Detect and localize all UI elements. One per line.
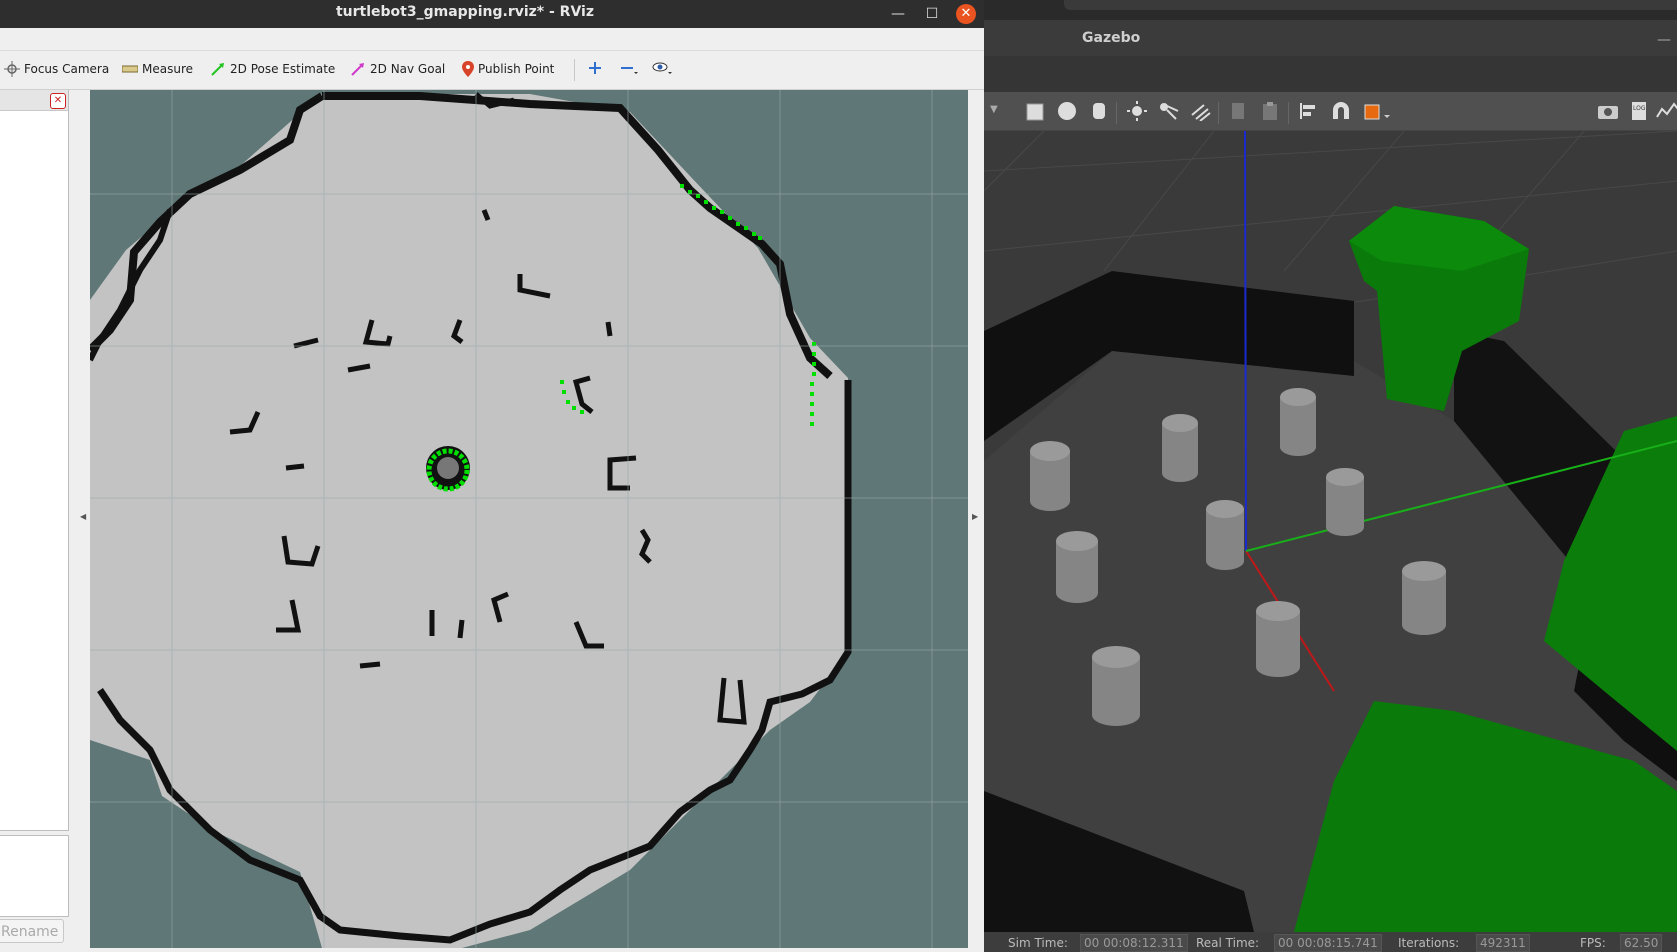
toolbar-separator bbox=[1218, 102, 1219, 124]
cylinder bbox=[1402, 561, 1446, 635]
gazebo-window-title: Gazebo bbox=[1082, 30, 1141, 46]
rviz-titlebar: turtlebot3_gmapping.rviz* - RViz — ☐ ✕ bbox=[0, 0, 984, 28]
fps-label: FPS: bbox=[1580, 936, 1606, 950]
nav-goal-tool[interactable]: 2D Nav Goal bbox=[350, 61, 445, 77]
toolbar-dropdown-icon[interactable]: ▼ bbox=[990, 104, 998, 115]
minimize-button[interactable]: — bbox=[888, 4, 908, 24]
view-options-button[interactable] bbox=[652, 61, 674, 75]
toolbar-separator bbox=[1116, 102, 1117, 124]
pose-estimate-tool[interactable]: 2D Pose Estimate bbox=[210, 61, 335, 77]
cylinder bbox=[1030, 441, 1070, 511]
green-arrow-icon bbox=[211, 63, 224, 76]
top-bar-shape bbox=[1064, 0, 1677, 10]
copy-icon[interactable] bbox=[1228, 101, 1250, 121]
add-tool-icon bbox=[589, 62, 601, 74]
log-icon[interactable]: LOG bbox=[1630, 101, 1650, 121]
sphere-icon[interactable] bbox=[1056, 101, 1078, 121]
gazebo-toolbar: ▼ LOG bbox=[984, 92, 1677, 131]
gazebo-window: Gazebo — ▼ LOG Sim Time: 00 00:08:12.311… bbox=[984, 0, 1677, 952]
gazebo-top-strip bbox=[984, 0, 1677, 20]
eye-icon bbox=[652, 62, 672, 74]
occupancy-grid-map bbox=[90, 90, 968, 948]
point-light-icon[interactable] bbox=[1126, 101, 1148, 121]
rviz-window: turtlebot3_gmapping.rviz* - RViz — ☐ ✕ F… bbox=[0, 0, 984, 952]
cylinder bbox=[1280, 388, 1316, 456]
iterations-value: 492311 bbox=[1476, 934, 1530, 952]
cylinder bbox=[1256, 601, 1300, 677]
measure-label: Measure bbox=[142, 62, 193, 76]
plot-icon[interactable] bbox=[1656, 101, 1677, 121]
remove-tool-button[interactable] bbox=[620, 61, 638, 75]
focus-camera-icon bbox=[4, 61, 20, 77]
close-icon[interactable]: ✕ bbox=[50, 93, 66, 109]
rviz-window-title: turtlebot3_gmapping.rviz* - RViz bbox=[335, 4, 594, 20]
nav-goal-label: 2D Nav Goal bbox=[370, 62, 446, 76]
real-time-value: 00 00:08:15.741 bbox=[1274, 934, 1382, 952]
directional-light-icon[interactable] bbox=[1190, 101, 1212, 121]
displays-panel[interactable] bbox=[0, 90, 69, 831]
publish-point-tool[interactable]: Publish Point bbox=[462, 61, 554, 77]
cylinder bbox=[1206, 500, 1244, 570]
gazebo-status-bar: Sim Time: 00 00:08:12.311 Real Time: 00 … bbox=[984, 932, 1677, 952]
gazebo-minimize-button[interactable]: — bbox=[1657, 32, 1671, 48]
robot-model bbox=[437, 457, 459, 479]
iterations-label: Iterations: bbox=[1398, 936, 1460, 950]
close-button[interactable]: ✕ bbox=[956, 4, 976, 24]
align-icon[interactable] bbox=[1298, 101, 1320, 121]
publish-point-label: Publish Point bbox=[478, 62, 555, 76]
fps-value: 62.50 bbox=[1620, 934, 1663, 952]
sim-time-value: 00 00:08:12.311 bbox=[1080, 934, 1188, 952]
collapse-left-arrow-icon[interactable]: ◀ bbox=[80, 512, 86, 521]
screenshot-icon[interactable] bbox=[1596, 101, 1620, 121]
collapse-right-arrow-icon[interactable]: ▶ bbox=[972, 512, 978, 521]
ruler-icon bbox=[122, 65, 138, 73]
rviz-menubar bbox=[0, 28, 984, 51]
svg-text:LOG: LOG bbox=[1633, 105, 1646, 112]
cylinder-icon[interactable] bbox=[1088, 101, 1110, 121]
panel-lower-area bbox=[0, 835, 69, 917]
paste-icon[interactable] bbox=[1260, 101, 1282, 121]
box-icon[interactable] bbox=[1024, 101, 1046, 121]
cylinder bbox=[1056, 531, 1098, 603]
add-tool-button[interactable] bbox=[588, 61, 602, 75]
remove-tool-icon bbox=[621, 67, 638, 74]
map-pin-icon bbox=[462, 61, 474, 77]
rviz-toolbar: Focus Camera Measure 2D Pose Estimate 2D… bbox=[0, 51, 984, 90]
focus-camera-tool[interactable]: Focus Camera bbox=[4, 61, 109, 77]
axis-z bbox=[1244, 130, 1247, 552]
measure-tool[interactable]: Measure bbox=[122, 61, 193, 77]
map-3d-view[interactable] bbox=[90, 90, 968, 948]
toolbar-separator bbox=[1288, 102, 1289, 124]
pose-estimate-label: 2D Pose Estimate bbox=[230, 62, 336, 76]
sim-time-label: Sim Time: bbox=[1008, 936, 1068, 950]
toolbar-separator bbox=[574, 59, 575, 81]
snap-icon[interactable] bbox=[1330, 101, 1352, 121]
maximize-button[interactable]: ☐ bbox=[922, 4, 942, 24]
spot-light-icon[interactable] bbox=[1158, 101, 1180, 121]
focus-camera-label: Focus Camera bbox=[24, 62, 110, 76]
gazebo-menubar bbox=[984, 56, 1677, 92]
gazebo-3d-scene[interactable] bbox=[984, 130, 1677, 932]
cylinder bbox=[1162, 414, 1198, 482]
gazebo-world-render bbox=[984, 130, 1677, 932]
cylinder bbox=[1092, 646, 1140, 726]
real-time-label: Real Time: bbox=[1196, 936, 1260, 950]
pink-arrow-icon bbox=[351, 63, 364, 76]
cylinder bbox=[1326, 468, 1364, 536]
gazebo-titlebar: Gazebo — bbox=[984, 20, 1677, 56]
rename-button[interactable]: Rename bbox=[0, 919, 64, 943]
change-view-icon[interactable] bbox=[1362, 101, 1392, 121]
